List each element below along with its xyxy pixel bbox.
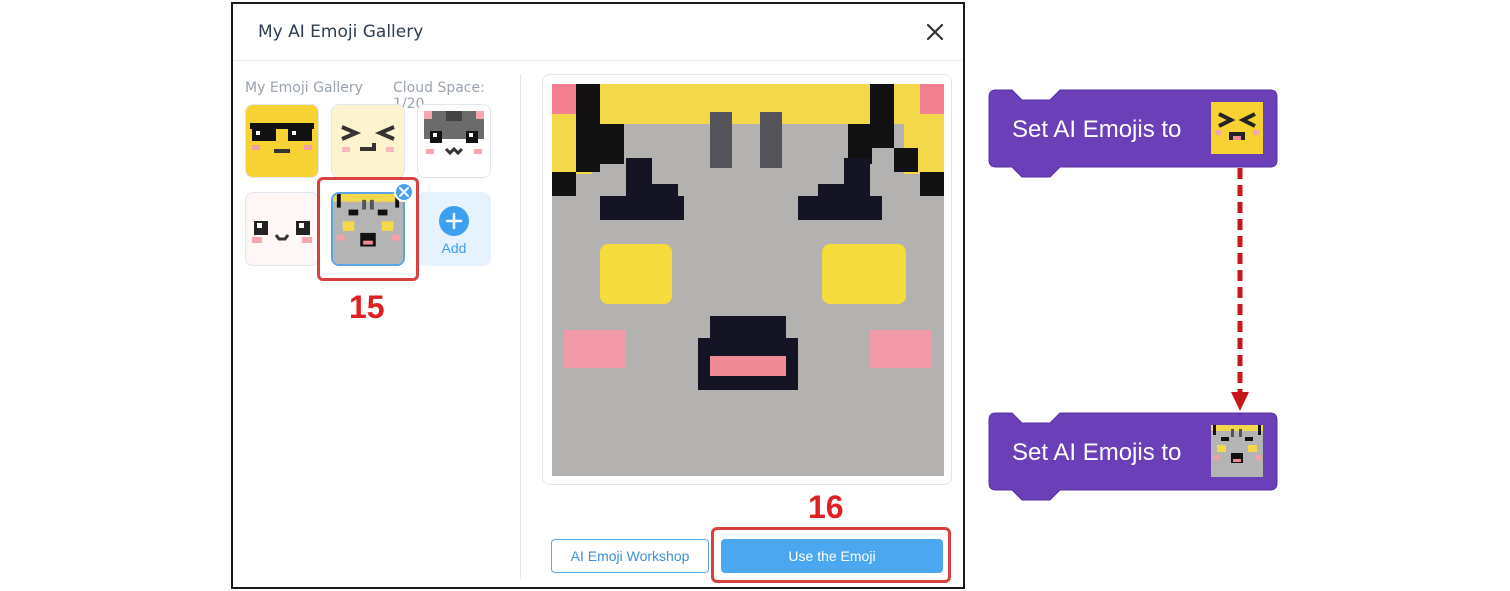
squint-emoji-icon [332, 105, 404, 177]
annotation-box-use-button [711, 527, 951, 583]
annotation-box-gallery-item [317, 177, 419, 281]
emoji-preview [542, 74, 952, 485]
add-emoji-button[interactable]: Add [417, 192, 491, 266]
plus-icon [439, 206, 469, 236]
gallery-item-cute-face[interactable] [245, 192, 319, 266]
emoji-gallery-dialog: My AI Emoji Gallery My Emoji Gallery Clo… [231, 2, 965, 589]
ai-emoji-workshop-button[interactable]: AI Emoji Workshop [551, 539, 709, 573]
annotation-step-15: 15 [349, 289, 385, 325]
dialog-title: My AI Emoji Gallery [258, 22, 424, 42]
annotation-step-16: 16 [808, 489, 844, 525]
gallery-label: My Emoji Gallery [245, 80, 363, 96]
sunglasses-emoji-icon [246, 105, 318, 177]
cute-face-emoji-icon [246, 193, 318, 265]
gallery-item-squint[interactable] [331, 104, 405, 178]
block-label: Set AI Emojis to [1012, 116, 1182, 143]
set-ai-emojis-block-after: Set AI Emojis to [988, 411, 1278, 501]
close-icon[interactable] [923, 20, 947, 44]
block-label: Set AI Emojis to [1012, 439, 1182, 466]
set-ai-emojis-block-before: Set AI Emojis to [988, 88, 1278, 178]
dialog-header: My AI Emoji Gallery [233, 4, 963, 61]
gallery-item-cat[interactable] [417, 104, 491, 178]
panel-divider [520, 74, 521, 579]
add-label: Add [441, 240, 467, 256]
cat-emoji-icon [418, 105, 490, 177]
gray-cat-preview-image [552, 84, 944, 476]
squint-emoji-icon [1211, 102, 1263, 154]
arrow-down-icon [1231, 168, 1249, 411]
gallery-item-sunglasses[interactable] [245, 104, 319, 178]
gray-cat-emoji-icon [1211, 425, 1263, 477]
